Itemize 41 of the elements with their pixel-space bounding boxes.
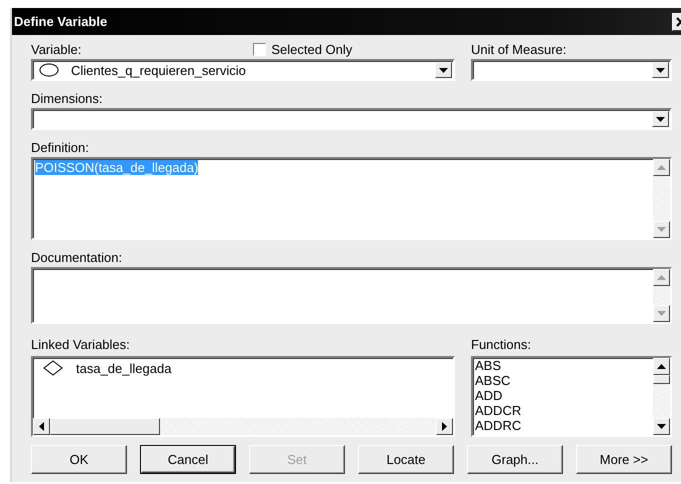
scroll-thumb[interactable] (50, 418, 160, 435)
field-label: Linked Variables: (31, 336, 130, 352)
checkbox-label: Selected Only (271, 42, 352, 56)
scroll-down-icon[interactable] (653, 305, 670, 322)
circle-icon (39, 63, 59, 77)
checkbox[interactable] (253, 42, 266, 56)
list-item[interactable]: ADDRC (475, 418, 653, 433)
field-label: Variable: (31, 42, 82, 56)
scroll-up-icon[interactable] (653, 358, 670, 375)
field-label: Dimensions: (31, 91, 104, 106)
dialog-button[interactable]: Locate (358, 445, 454, 474)
scrollbar[interactable] (33, 418, 453, 435)
dialog-button[interactable]: Cancel (140, 445, 236, 474)
scroll-left-icon[interactable] (33, 418, 50, 435)
scroll-down-icon[interactable] (653, 418, 670, 435)
field-label: Definition: (31, 140, 90, 155)
dialog-button[interactable]: Graph... (467, 445, 563, 474)
field-label: Functions: (471, 336, 531, 352)
dialog-button[interactable]: More >> (576, 445, 672, 474)
scrollbar[interactable] (653, 159, 670, 238)
dialog-button[interactable]: OK (31, 445, 127, 474)
window-title: Define Variable (14, 14, 108, 29)
scroll-right-icon[interactable] (436, 418, 453, 435)
list-item[interactable]: ABS (475, 358, 653, 373)
scrollbar[interactable] (653, 358, 670, 435)
documentation-field[interactable] (31, 267, 672, 324)
unit-dropdown[interactable] (471, 59, 672, 81)
scroll-down-icon[interactable] (653, 221, 670, 238)
list-item[interactable]: ADDCR (475, 403, 653, 418)
dimensions-dropdown[interactable] (31, 108, 672, 130)
field-label: Documentation: (31, 250, 124, 265)
list-item[interactable]: ABSC (475, 373, 653, 388)
scrollbar[interactable] (653, 269, 670, 322)
diamond-icon (42, 360, 64, 376)
list-item[interactable]: tasa_de_llegada (76, 360, 172, 376)
scroll-thumb[interactable] (653, 375, 670, 384)
scroll-up-icon[interactable] (653, 159, 670, 176)
variable-dropdown[interactable]: Clientes_q_requieren_servicio (31, 59, 455, 81)
field-label: Unit of Measure: (471, 42, 566, 56)
scroll-up-icon[interactable] (653, 269, 670, 286)
list-item[interactable]: ADD (475, 388, 653, 403)
